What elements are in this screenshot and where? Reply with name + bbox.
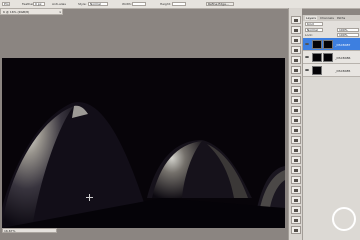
height-label: Height: [160, 2, 171, 6]
properties-icon[interactable] [291, 196, 301, 204]
watermark-logo [330, 207, 358, 239]
visibility-eye-icon[interactable] [305, 42, 309, 46]
history-icon[interactable] [291, 16, 301, 24]
layer-name: _DSC8486 [335, 56, 351, 60]
zoom-level[interactable]: 16.67% [4, 229, 15, 233]
lock-label: Lock: [305, 33, 313, 37]
3d-icon[interactable] [291, 146, 301, 154]
notes-icon[interactable] [291, 166, 301, 174]
character-icon[interactable] [291, 86, 301, 94]
crosshair-cursor [86, 194, 93, 201]
width-input[interactable] [132, 2, 146, 6]
layer-thumbnail [312, 53, 322, 62]
image-canvas[interactable] [2, 58, 285, 228]
layer-mask-thumbnail [323, 40, 333, 49]
tab-layers[interactable]: Layers [305, 16, 317, 20]
style-select[interactable]: Normal [88, 2, 108, 6]
layer-name: _DSC8485 [335, 69, 351, 73]
paragraph-icon[interactable] [291, 96, 301, 104]
opacity-field[interactable]: 100% [337, 28, 359, 32]
info-icon[interactable] [291, 36, 301, 44]
document-title: 6 @ 16% (RGB/8) [3, 10, 30, 14]
glyphs-icon[interactable] [291, 206, 301, 214]
layer-thumbnail [312, 40, 322, 49]
fill-field[interactable]: 100% [337, 33, 359, 37]
layer-row[interactable]: _DSC8486 [303, 51, 360, 64]
measure-icon[interactable] [291, 216, 301, 224]
brush-icon[interactable] [291, 46, 301, 54]
tab-paths[interactable]: Paths [337, 16, 345, 20]
tool-preset-picker[interactable]: Pro [2, 2, 10, 6]
close-icon[interactable]: × [59, 10, 62, 14]
vault-photo [2, 58, 285, 228]
kind-filter[interactable]: Kind [305, 22, 323, 26]
layer-name: _DSC8487 [335, 43, 351, 47]
histogram-icon[interactable] [291, 126, 301, 134]
color-icon[interactable] [291, 136, 301, 144]
blend-mode-select[interactable]: Normal [305, 28, 323, 32]
visibility-eye-icon[interactable] [305, 68, 309, 72]
layer-controls: Kind Normal 100% Lock: 100% [303, 21, 360, 38]
panel-dock [288, 8, 302, 240]
adjustments-icon[interactable] [291, 66, 301, 74]
height-input[interactable] [172, 2, 186, 6]
visibility-eye-icon[interactable] [305, 55, 309, 59]
layer-comps-icon[interactable] [291, 176, 301, 184]
style-label: Style: [78, 2, 87, 6]
document-tab[interactable]: 6 @ 16% (RGB/8) × [0, 8, 63, 15]
styles-icon[interactable] [291, 76, 301, 84]
workspace: 16.67% [0, 15, 288, 240]
libraries-icon[interactable] [291, 226, 301, 234]
actions-icon[interactable] [291, 26, 301, 34]
layer-row[interactable]: _DSC8485 [303, 64, 360, 77]
tab-channels[interactable]: Channels [320, 16, 334, 20]
layer-thumbnail [312, 66, 322, 75]
navigator-icon[interactable] [291, 116, 301, 124]
layer-mask-thumbnail [323, 53, 333, 62]
anti-alias-label[interactable]: Anti-alias [52, 2, 66, 6]
timeline-icon[interactable] [291, 156, 301, 164]
swatches-icon[interactable] [291, 56, 301, 64]
status-bar: 16.67% [2, 228, 57, 233]
width-label: Width: [122, 2, 132, 6]
clone-icon[interactable] [291, 106, 301, 114]
refine-edge-button[interactable]: Refine Edge... [206, 2, 234, 6]
feather-input[interactable]: 0 px [33, 2, 45, 6]
layer-row[interactable]: _DSC8487 [303, 38, 360, 51]
tool-presets-icon[interactable] [291, 186, 301, 194]
